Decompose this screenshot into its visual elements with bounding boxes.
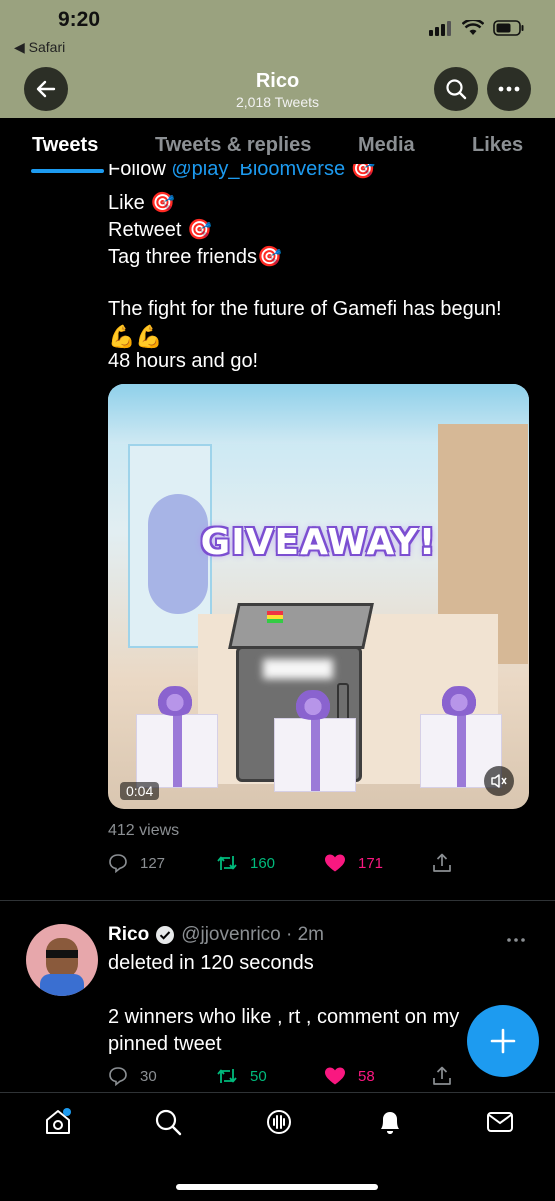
nav-home[interactable] (43, 1107, 73, 1137)
more-icon (498, 86, 520, 92)
tweet-divider (0, 900, 555, 901)
like-action[interactable]: 58 (324, 1066, 375, 1086)
reply-icon (109, 1067, 127, 1086)
nav-messages[interactable] (485, 1107, 515, 1137)
nav-notifications[interactable] (375, 1107, 405, 1137)
retweet-action[interactable]: 160 (216, 853, 275, 873)
tab-tweets-and-replies[interactable]: Tweets & replies (155, 134, 311, 157)
search-icon (446, 79, 467, 100)
nav-explore[interactable] (153, 1107, 183, 1137)
tweet-line-retweet: Retweet 🎯 (108, 217, 212, 242)
tweet-line-hours: 48 hours and go! (108, 350, 259, 372)
retweet-count: 50 (250, 1067, 267, 1085)
tweet-line-follow: Follow @play_Bloomverse 🎯 (108, 164, 548, 186)
target-emoji-icon: 🎯 (186, 219, 212, 241)
tweet-text: Tag three friends (108, 246, 257, 268)
mute-icon (491, 774, 507, 788)
mention-link[interactable]: @play_Bloomverse (171, 164, 345, 180)
heart-icon (325, 1067, 345, 1085)
tweet-line-like: Like 🎯 (108, 190, 175, 215)
reply-icon (109, 854, 127, 873)
mute-button[interactable] (484, 766, 514, 796)
explore-icon (155, 1109, 182, 1136)
compose-tweet-button[interactable] (467, 1005, 539, 1077)
heart-icon (325, 854, 345, 872)
tweet-video[interactable]: GIVEAWAY! 0:04 (108, 384, 529, 809)
retweet-count: 160 (250, 854, 276, 872)
back-to-safari-link[interactable]: ◀ Safari (14, 39, 65, 56)
tweet-text: Like (108, 192, 145, 214)
home-icon (46, 1108, 71, 1134)
giveaway-overlay-text: GIVEAWAY! (200, 522, 437, 563)
nav-spaces[interactable] (264, 1107, 294, 1137)
tab-likes[interactable]: Likes (472, 134, 523, 157)
tweet-text: 2 winners who like , rt , comment on my (108, 1006, 460, 1028)
status-icons (429, 20, 525, 36)
notifications-icon (381, 1112, 399, 1134)
tweet-line-fight: The fight for the future of Gamefi has b… (108, 298, 502, 320)
tweet-line-tag: Tag three friends🎯 (108, 244, 282, 269)
home-indicator (176, 1184, 378, 1190)
retweet-icon (217, 1069, 237, 1083)
target-emoji-icon: 🎯 (350, 164, 376, 180)
reply-count: 127 (140, 854, 166, 872)
gift-bow (436, 686, 482, 716)
retweet-icon (217, 856, 237, 870)
tab-media[interactable]: Media (358, 134, 415, 157)
wifi-icon (462, 20, 484, 35)
tab-tweets[interactable]: Tweets (32, 134, 98, 157)
status-time: 9:20 (58, 8, 101, 31)
battery-icon (493, 20, 524, 36)
video-duration: 0:04 (120, 782, 160, 800)
share-action[interactable] (432, 853, 452, 873)
reply-count: 30 (140, 1067, 157, 1085)
target-emoji-icon: 🎯 (150, 192, 176, 214)
view-count: 412 views (108, 822, 180, 839)
tweet-text: Retweet (108, 219, 182, 241)
search-button[interactable] (434, 67, 478, 111)
tweet-text: deleted in 120 seconds (108, 952, 314, 974)
tweet-author-row: Rico @jjovenrico · 2m (108, 924, 324, 946)
gift-box (136, 714, 218, 788)
verified-icon (156, 926, 175, 944)
avatar[interactable] (26, 924, 98, 996)
retweet-action[interactable]: 50 (216, 1066, 267, 1086)
share-icon (433, 1066, 451, 1085)
tweet-more-button[interactable] (506, 930, 526, 948)
reply-action[interactable]: 127 (108, 853, 165, 873)
active-tab-indicator (31, 169, 104, 173)
like-action[interactable]: 171 (324, 853, 383, 873)
more-options-button[interactable] (487, 67, 531, 111)
tweet-text: pinned tweet (108, 1033, 222, 1055)
flexed-biceps-emoji-icon: 💪💪 (108, 324, 163, 349)
tweet-text: Follow (108, 164, 172, 180)
gift-bow (152, 686, 198, 716)
gift-box (274, 718, 356, 792)
author-handle-time: @jjovenrico · 2m (181, 924, 325, 945)
compose-icon (490, 1028, 516, 1054)
gift-bow (290, 690, 336, 720)
more-icon (507, 938, 525, 942)
share-action[interactable] (432, 1066, 452, 1086)
signal-icon (429, 21, 451, 36)
like-count: 58 (358, 1067, 375, 1085)
share-icon (433, 853, 451, 872)
spaces-icon (267, 1110, 291, 1134)
messages-icon (487, 1112, 513, 1132)
author-name[interactable]: Rico (108, 924, 149, 946)
reply-action[interactable]: 30 (108, 1066, 157, 1086)
target-emoji-icon: 🎯 (256, 246, 282, 268)
like-count: 171 (358, 854, 384, 872)
